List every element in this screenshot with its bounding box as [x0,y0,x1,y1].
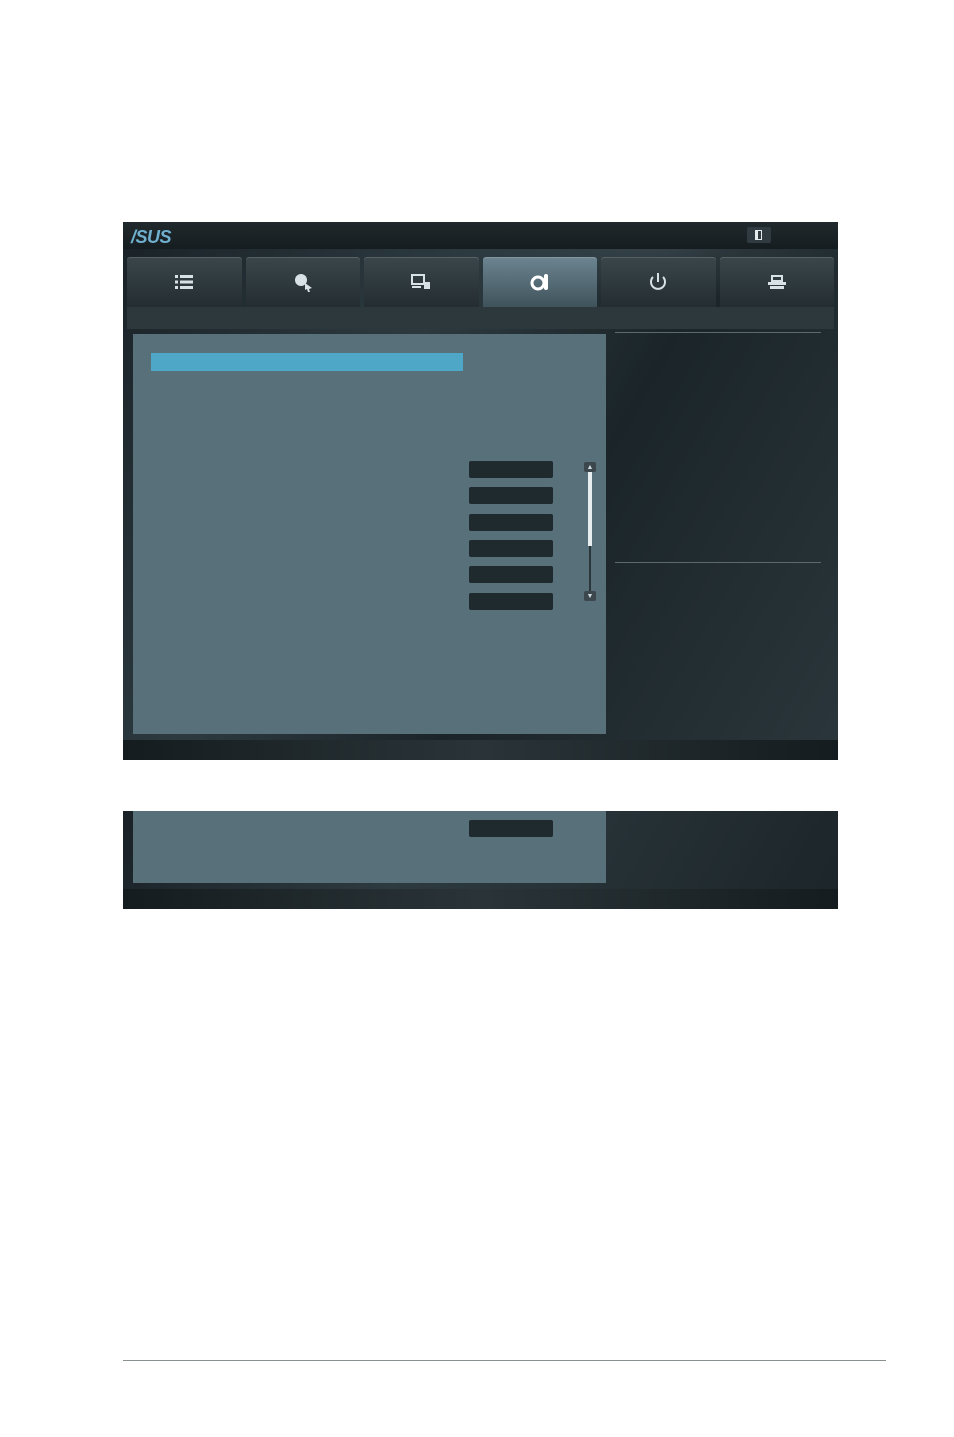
setting-value[interactable] [469,540,553,557]
scroll-up-icon[interactable]: ▲ [584,462,596,472]
tool-icon [767,275,786,289]
device-lock-icon [411,274,431,289]
setting-value[interactable] [469,593,553,610]
help-divider-top [615,332,821,333]
help-panel [615,332,825,732]
bios-window-continued [123,811,838,909]
scrollbar-thumb[interactable] [588,472,592,546]
tab-main[interactable] [127,257,242,307]
asus-logo: /SUS [131,227,172,247]
status-bar-continued [123,889,838,909]
setting-value[interactable] [469,566,553,583]
bios-window: /SUS ▲ ▼ [123,222,838,760]
settings-panel-continued [133,811,606,883]
list-icon [175,275,194,289]
gear-pointer-icon [294,274,312,292]
help-divider-bottom [615,562,821,563]
page-footer-rule [123,1360,886,1361]
exit-door-icon [755,230,762,240]
setting-value[interactable] [469,820,553,837]
status-bar [123,740,838,760]
setting-value[interactable] [469,514,553,531]
monitor-gear-icon [530,274,548,291]
tab-monitor[interactable] [482,257,597,307]
tab-ai-tweaker[interactable] [245,257,360,307]
setting-value[interactable] [469,461,553,478]
power-icon [650,273,667,290]
breadcrumb-bar [127,307,834,329]
title-bar: /SUS [123,222,838,249]
main-tabs [127,257,834,307]
tab-advanced[interactable] [364,257,479,307]
setting-value[interactable] [469,487,553,504]
tab-boot[interactable] [601,257,716,307]
settings-panel: ▲ ▼ [133,334,606,734]
exit-button[interactable] [747,227,771,243]
selected-item-highlight[interactable] [151,353,463,371]
tab-tool[interactable] [719,257,834,307]
scroll-down-icon[interactable]: ▼ [584,591,596,601]
